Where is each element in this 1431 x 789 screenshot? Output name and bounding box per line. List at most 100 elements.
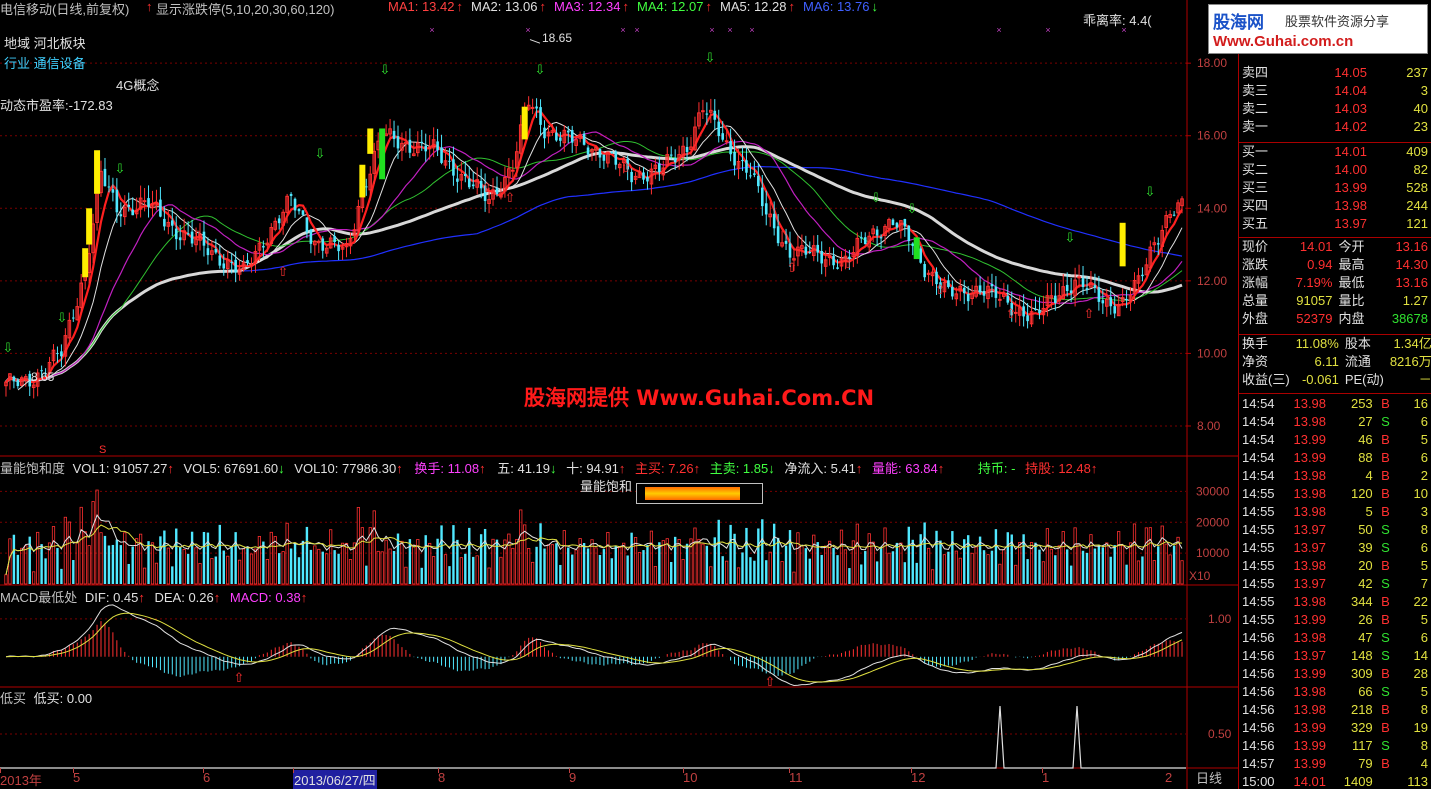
- volume-bar: [142, 567, 147, 585]
- tick-volume: 79: [1358, 756, 1373, 771]
- stat-value: 1.34亿: [1393, 336, 1431, 351]
- date-tick-mark: [0, 768, 1, 773]
- volume-bar: [808, 558, 812, 584]
- tick-time: 14:56: [1242, 648, 1275, 663]
- ask-row[interactable]: 卖四 14.05 237: [1239, 64, 1431, 82]
- quote-row[interactable]: 涨幅 7.19% 最低 13.16: [1239, 274, 1431, 292]
- tick-row[interactable]: 14:57 13.99 79 B 4: [1239, 755, 1431, 773]
- candle-body: [733, 151, 736, 166]
- candle-body: [614, 151, 618, 165]
- volume-bar: [970, 552, 974, 585]
- candle-body: [1141, 274, 1144, 277]
- volume-bar: [222, 550, 225, 584]
- tick-row[interactable]: 14:55 13.98 5 B 3: [1239, 503, 1431, 521]
- tick-row[interactable]: 14:55 13.97 50 S 8: [1239, 521, 1431, 539]
- tick-row[interactable]: 14:55 13.98 120 B 10: [1239, 485, 1431, 503]
- tick-row[interactable]: 14:54 13.99 46 B 5: [1239, 431, 1431, 449]
- quote-row[interactable]: 外盘 52379 内盘 38678: [1239, 310, 1431, 328]
- candle-body: [891, 219, 895, 225]
- tick-price: 13.99: [1293, 432, 1327, 447]
- tick-row[interactable]: 14:55 13.98 20 B 5: [1239, 557, 1431, 575]
- volume-bar: [864, 551, 867, 584]
- volume-bar: [1113, 545, 1116, 584]
- quote-row[interactable]: 总量 91057 量比 1.27: [1239, 292, 1431, 310]
- stat-key: 股本: [1344, 336, 1371, 351]
- candle-body: [788, 243, 792, 258]
- volume-bar: [1101, 547, 1105, 584]
- tick-time: 14:54: [1242, 468, 1275, 483]
- volume-bar: [606, 532, 610, 585]
- stats-row[interactable]: 净资 6.11 流通 8216万: [1239, 353, 1431, 371]
- tick-row[interactable]: 14:56 13.98 47 S 6: [1239, 629, 1431, 647]
- tick-row[interactable]: 14:54 13.99 88 B 6: [1239, 449, 1431, 467]
- stat-value: 11.08%: [1295, 336, 1339, 351]
- candle-body: [12, 376, 16, 382]
- tick-row[interactable]: 14:54 13.98 253 B 16: [1239, 395, 1431, 413]
- date-tick-label: 8: [438, 770, 446, 785]
- bid-row[interactable]: 买四 13.98 244: [1239, 197, 1431, 215]
- bid-row[interactable]: 买二 14.00 82: [1239, 161, 1431, 179]
- volume-bar: [448, 566, 451, 584]
- ask-volume: 3: [1420, 83, 1428, 98]
- volume-bar: [986, 554, 990, 585]
- tick-row[interactable]: 14:54 13.98 4 B 2: [1239, 467, 1431, 485]
- ask-row[interactable]: 卖二 14.03 40: [1239, 100, 1431, 118]
- candle-body: [131, 209, 134, 216]
- tick-row[interactable]: 14:55 13.99 26 B 5: [1239, 611, 1431, 629]
- volume-bar: [546, 544, 551, 585]
- period-label[interactable]: 日线: [1196, 768, 1222, 787]
- candle-body: [127, 204, 131, 207]
- tick-row[interactable]: 14:56 13.97 148 S 14: [1239, 647, 1431, 665]
- buy-signal-arrow-icon: ⇧: [787, 260, 798, 275]
- quote-value: 13.16: [1395, 239, 1428, 254]
- candle-body: [820, 250, 823, 264]
- marker-x-icon: ×: [996, 25, 1001, 35]
- bid-label: 买一: [1242, 144, 1269, 159]
- volume-bar: [301, 540, 305, 584]
- candle-body: [1125, 299, 1128, 301]
- tick-row[interactable]: 14:56 13.99 309 B 28: [1239, 665, 1431, 683]
- bid-row[interactable]: 买五 13.97 121: [1239, 215, 1431, 233]
- tick-row[interactable]: 14:55 13.97 42 S 7: [1239, 575, 1431, 593]
- volume-bar: [1148, 527, 1152, 585]
- date-tick-label: 10: [683, 770, 698, 785]
- volume-bar: [527, 548, 531, 585]
- tick-row[interactable]: 14:55 13.97 39 S 6: [1239, 539, 1431, 557]
- quote-value: 52379: [1296, 311, 1333, 326]
- tick-row[interactable]: 15:00 14.01 1409 113: [1239, 773, 1431, 789]
- candle-body: [16, 379, 20, 387]
- candle-body: [555, 132, 558, 141]
- volume-bar: [226, 555, 230, 585]
- quote-row[interactable]: 现价 14.01 今开 13.16: [1239, 238, 1431, 256]
- ma-trend-arrow-icon: ↑: [622, 0, 630, 14]
- tick-row[interactable]: 14:56 13.98 66 S 5: [1239, 683, 1431, 701]
- bid-volume: 121: [1406, 216, 1428, 231]
- stats-row[interactable]: 收益(三) -0.061 PE(动) －: [1239, 371, 1431, 389]
- ask-row[interactable]: 卖三 14.04 3: [1239, 82, 1431, 100]
- volume-bar: [1057, 545, 1061, 585]
- date-tick-mark: [683, 768, 684, 773]
- candle-body: [717, 121, 721, 137]
- marker-x-icon: ×: [525, 25, 530, 35]
- volume-bar: [717, 519, 720, 584]
- candle-body: [262, 245, 265, 248]
- candle-body: [186, 233, 190, 235]
- tick-row[interactable]: 14:56 13.99 117 S 8: [1239, 737, 1431, 755]
- candle-body: [530, 106, 535, 109]
- volume-bar: [1065, 549, 1069, 584]
- tick-row[interactable]: 14:54 13.98 27 S 6: [1239, 413, 1431, 431]
- bid-row[interactable]: 买三 13.99 528: [1239, 179, 1431, 197]
- quote-row[interactable]: 涨跌 0.94 最高 14.30: [1239, 256, 1431, 274]
- tick-row[interactable]: 14:55 13.98 344 B 22: [1239, 593, 1431, 611]
- guhai-logo[interactable]: 股海网 股票软件资源分享 Www.Guhai.com.cn: [1208, 4, 1428, 54]
- tick-row[interactable]: 14:56 13.98 218 B 8: [1239, 701, 1431, 719]
- stats-row[interactable]: 换手 11.08% 股本 1.34亿: [1239, 335, 1431, 353]
- tick-row[interactable]: 14:56 13.99 329 B 19: [1239, 719, 1431, 737]
- tick-price: 13.99: [1293, 450, 1327, 465]
- volume-bar: [911, 539, 914, 584]
- high-price-mark: 18.65: [542, 31, 573, 45]
- ask-row[interactable]: 卖一 14.02 23: [1239, 118, 1431, 136]
- candle-body: [119, 214, 123, 217]
- bid-row[interactable]: 买一 14.01 409: [1239, 143, 1431, 161]
- volume-bar: [325, 553, 329, 585]
